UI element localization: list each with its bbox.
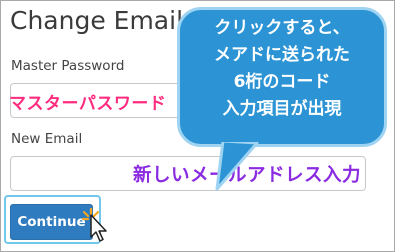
callout-text: クリックすると、 メアドに送られた 6桁のコード 入力項目が出現 <box>177 15 387 123</box>
mouse-pointer-icon <box>90 214 107 242</box>
master-password-label: Master Password <box>11 58 125 74</box>
callout-line: メアドに送られた <box>214 45 350 65</box>
callout-line: 6桁のコード <box>233 72 331 92</box>
callout-line: クリックすると、 <box>214 18 350 38</box>
callout-line: 入力項目が出現 <box>222 99 342 119</box>
change-email-panel: Change Email Master Password マスターパスワード N… <box>0 0 395 252</box>
new-email-label: New Email <box>11 131 83 147</box>
password-hint-annotation: マスターパスワード <box>9 94 167 114</box>
email-hint-annotation: 新しいメールアドレス入力 <box>133 165 362 186</box>
page-title: Change Email <box>10 6 184 35</box>
